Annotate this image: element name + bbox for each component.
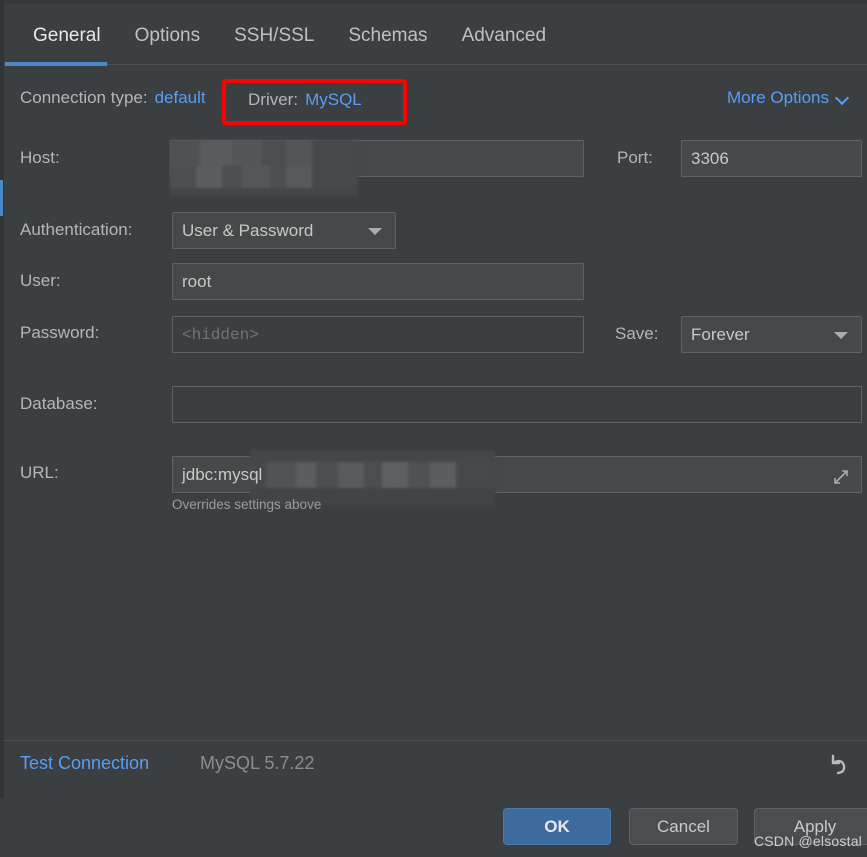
test-connection-button[interactable]: Test Connection [20,753,149,774]
url-value: jdbc:mysql [182,464,263,484]
tab-ssh-ssl[interactable]: SSH/SSL [217,5,331,67]
watermark: CSDN @elsostal [753,833,862,849]
driver-label: Driver: [248,90,299,109]
driver-row: Driver: MySQL [248,90,362,110]
chevron-down-icon [836,92,849,105]
host-label: Host: [20,148,60,167]
url-input[interactable]: jdbc:mysql [172,456,862,493]
database-input[interactable] [172,386,862,423]
more-options-button[interactable]: More Options [727,88,849,108]
save-select[interactable]: Forever [681,316,862,353]
tab-advanced[interactable]: Advanced [445,5,564,67]
user-input[interactable]: root [172,263,584,300]
ok-button[interactable]: OK [503,808,611,845]
cancel-button[interactable]: Cancel [629,808,738,845]
window-left-edge [0,0,4,800]
connection-settings-dialog: General Options SSH/SSL Schemas Advanced… [0,0,867,857]
chevron-down-icon [834,331,848,339]
port-label: Port: [617,148,653,167]
expand-diagonal-icon[interactable] [824,460,858,494]
tab-general[interactable]: General [16,5,118,67]
password-input[interactable]: <hidden> [172,316,584,353]
authentication-select[interactable]: User & Password [172,212,396,249]
tab-schemas[interactable]: Schemas [331,5,444,67]
driver-value[interactable]: MySQL [305,90,362,110]
user-value: root [182,271,212,291]
focus-accent-bar [0,180,3,216]
tab-active-indicator [5,62,107,66]
connection-type-row: Connection type: default [20,88,206,108]
tab-bar-divider [4,64,867,65]
connection-type-value[interactable]: default [155,88,206,108]
database-version-label: MySQL 5.7.22 [200,753,315,773]
save-value: Forever [691,324,750,344]
save-label: Save: [615,324,659,343]
tab-options[interactable]: Options [118,5,217,67]
revert-arrow-icon[interactable] [823,750,857,784]
password-label: Password: [20,323,100,342]
chevron-down-icon [368,227,382,235]
connection-type-label: Connection type: [20,88,148,107]
user-label: User: [20,271,61,290]
host-input[interactable] [170,140,584,177]
database-label: Database: [20,394,98,413]
tab-bar: General Options SSH/SSL Schemas Advanced [0,4,867,67]
authentication-label: Authentication: [20,220,133,239]
port-input[interactable]: 3306 [681,140,862,177]
authentication-value: User & Password [182,220,314,240]
password-placeholder: <hidden> [182,325,259,344]
url-hint: Overrides settings above [172,497,322,512]
port-value: 3306 [691,148,729,168]
url-label: URL: [20,463,59,482]
more-options-label: More Options [726,88,829,107]
